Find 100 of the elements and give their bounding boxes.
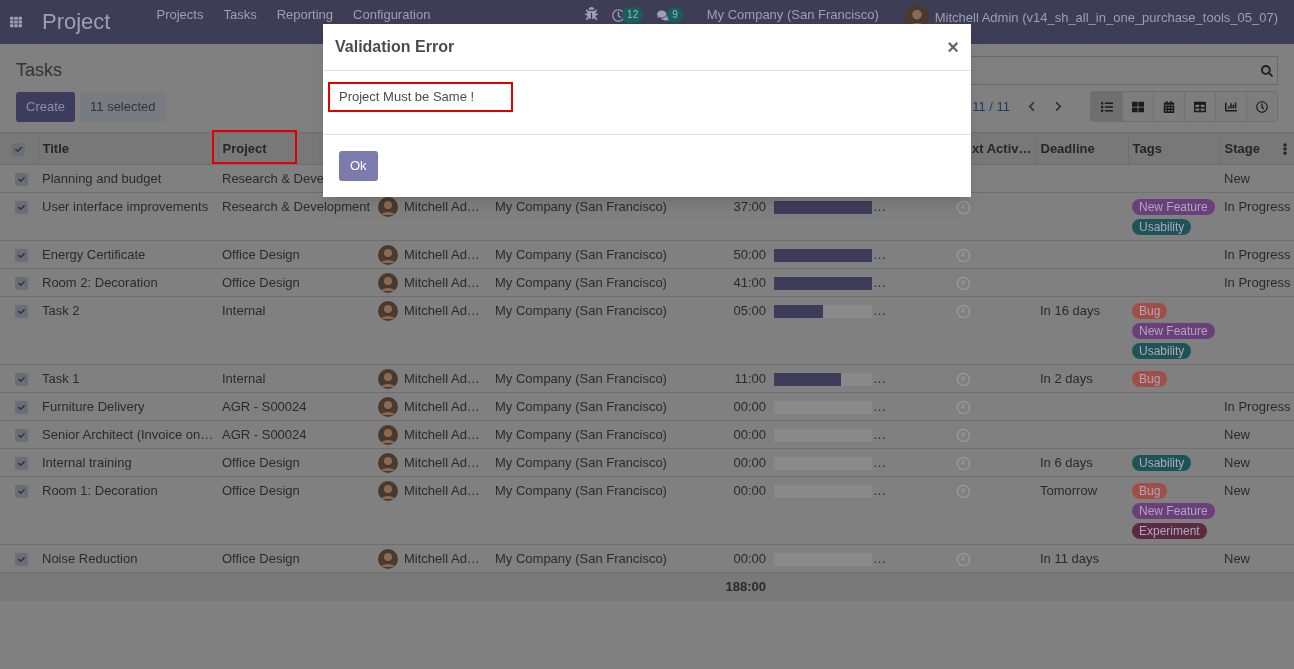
column-header[interactable]: Project xyxy=(222,140,267,156)
task-title[interactable]: Senior Architect (Invoice on… xyxy=(42,427,214,443)
task-title[interactable]: Furniture Delivery xyxy=(42,399,145,415)
pager-value[interactable]: 11 / 11 xyxy=(972,96,1010,117)
tag: New Feature xyxy=(1132,323,1215,340)
check-icon xyxy=(18,204,25,211)
assignee-name: Mitchell Ad… xyxy=(404,199,480,215)
total-planned-hours: 188:00 xyxy=(725,579,766,595)
column-header[interactable]: Tags xyxy=(1132,140,1162,156)
check-icon xyxy=(18,252,25,259)
progress-text: … xyxy=(873,483,886,500)
kanban-view-icon xyxy=(1132,100,1144,113)
progress-text: … xyxy=(873,247,886,263)
tag: Experiment xyxy=(1132,523,1207,540)
project-name: Office Design xyxy=(222,455,300,471)
list-view-icon xyxy=(1100,100,1113,113)
previous-page-icon[interactable] xyxy=(1026,101,1037,112)
selection-counter[interactable]: 11 selected xyxy=(80,91,166,122)
tag: New Feature xyxy=(1132,199,1215,215)
stage: In Progress xyxy=(1224,399,1291,415)
search-icon[interactable] xyxy=(1261,64,1273,77)
avatar xyxy=(378,453,398,474)
menu-item[interactable]: Projects xyxy=(156,7,204,23)
assignee-name: Mitchell Ad… xyxy=(404,399,480,416)
column-header[interactable]: xt Activ… xyxy=(972,140,1032,156)
planned-hours: 00:00 xyxy=(733,483,766,499)
task-title[interactable]: User interface improvements xyxy=(42,199,209,214)
user-menu[interactable]: Mitchell Admin (v14_sh_all_in_one_purchase_tools_05_07) xyxy=(934,10,1278,26)
stage: New xyxy=(1224,427,1250,443)
stage: New xyxy=(1224,483,1250,499)
progress-text: … xyxy=(873,371,886,388)
row-checkbox[interactable] xyxy=(15,173,28,186)
company-name: My Company (San Francisco) xyxy=(495,303,667,319)
company-name: My Company (San Francisco) xyxy=(495,247,667,262)
check-icon xyxy=(18,404,25,412)
deadline: In 16 days xyxy=(1040,303,1100,319)
create-button[interactable]: Create xyxy=(16,91,76,122)
task-title[interactable]: Task 2 xyxy=(42,303,80,319)
page-title: Tasks xyxy=(16,59,62,82)
company-name: My Company (San Francisco) xyxy=(495,275,667,291)
bug-icon[interactable] xyxy=(585,7,599,20)
task-title[interactable]: Task 1 xyxy=(42,371,80,387)
column-header[interactable]: Title xyxy=(42,140,69,156)
company-name: My Company (San Francisco) xyxy=(495,551,667,567)
progress-text: … xyxy=(873,455,886,472)
planned-hours: 00:00 xyxy=(733,399,766,415)
view-switch-button[interactable] xyxy=(1091,92,1122,121)
row-checkbox[interactable] xyxy=(15,249,28,262)
task-title[interactable]: Planning and budget xyxy=(42,171,162,186)
check-icon xyxy=(18,308,25,316)
company-name: My Company (San Francisco) xyxy=(495,427,667,443)
ok-button[interactable]: Ok xyxy=(339,151,378,181)
task-title[interactable]: Room 2: Decoration xyxy=(42,275,158,291)
tag: Usability xyxy=(1132,219,1192,235)
row-checkbox[interactable] xyxy=(15,553,28,567)
project-name: Internal xyxy=(222,371,266,387)
row-checkbox[interactable] xyxy=(15,401,28,415)
tag: Bug xyxy=(1132,303,1168,320)
next-page-icon[interactable] xyxy=(1053,101,1064,112)
row-checkbox[interactable] xyxy=(15,429,28,443)
task-title[interactable]: Room 1: Decoration xyxy=(42,483,158,499)
check-icon xyxy=(18,488,25,496)
avatar xyxy=(378,301,398,322)
menu-item[interactable]: Reporting xyxy=(276,7,334,23)
message-count-badge: 9 xyxy=(667,7,683,23)
company-switcher[interactable]: My Company (San Francisco) xyxy=(706,7,879,23)
task-title[interactable]: Energy Certificate xyxy=(42,247,146,262)
activity-count-badge: 12 xyxy=(622,7,644,23)
check-icon xyxy=(15,145,22,153)
avatar xyxy=(378,549,398,570)
row-checkbox[interactable] xyxy=(12,142,25,156)
app-title: Project xyxy=(42,9,111,35)
menu-item[interactable]: Configuration xyxy=(353,7,431,23)
progress-text: … xyxy=(873,303,886,320)
company-name: My Company (San Francisco) xyxy=(495,399,667,415)
progress-text: … xyxy=(873,199,886,215)
check-icon xyxy=(18,432,25,440)
project-name: Research & Deve xyxy=(222,171,324,186)
task-title[interactable]: Noise Reduction xyxy=(42,551,138,567)
view-switch-button[interactable] xyxy=(1246,92,1277,121)
row-checkbox[interactable] xyxy=(15,201,28,214)
column-options-icon[interactable] xyxy=(1280,142,1290,155)
close-button[interactable]: × xyxy=(947,37,959,57)
row-checkbox[interactable] xyxy=(15,277,28,291)
row-checkbox[interactable] xyxy=(15,305,28,319)
progress-text: … xyxy=(873,551,886,568)
planned-hours: 00:00 xyxy=(733,455,766,471)
stage: New xyxy=(1224,455,1250,471)
row-checkbox[interactable] xyxy=(15,373,28,387)
row-checkbox[interactable] xyxy=(15,485,28,499)
apps-menu-icon[interactable] xyxy=(10,16,22,28)
planned-hours: 41:00 xyxy=(733,275,766,291)
avatar xyxy=(378,273,398,294)
row-checkbox[interactable] xyxy=(15,457,28,471)
activity-icon[interactable] xyxy=(612,8,626,22)
check-icon xyxy=(18,176,25,183)
assignee-name: Mitchell Ad… xyxy=(404,483,480,500)
assignee-name: Mitchell Ad… xyxy=(404,455,480,472)
menu-item[interactable]: Tasks xyxy=(223,7,257,23)
task-title[interactable]: Internal training xyxy=(42,455,132,471)
